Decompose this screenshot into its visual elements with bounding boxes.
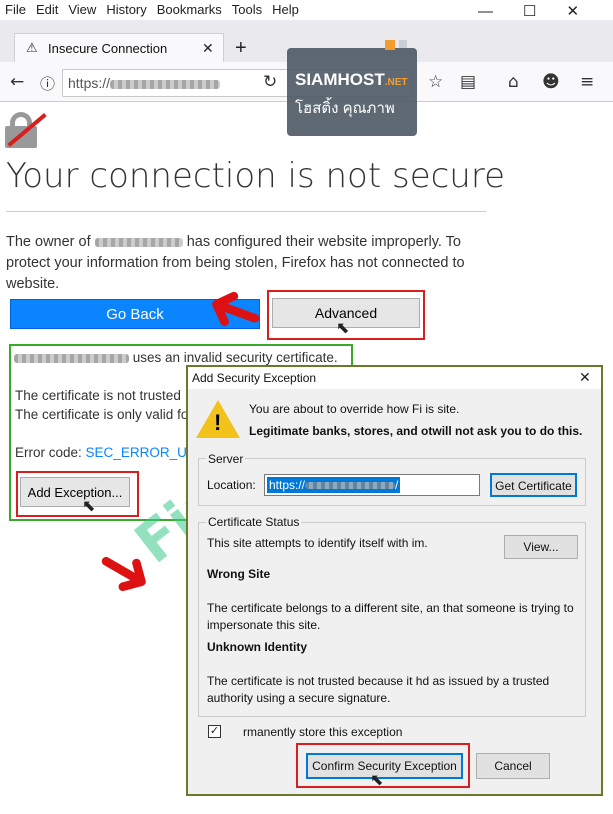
logo-square [385, 40, 395, 50]
menu-history[interactable]: History [101, 0, 151, 19]
logo-suffix: .NET [384, 77, 408, 88]
cursor-icon: ⬉ [370, 772, 384, 789]
broken-lock-icon [5, 112, 47, 148]
menu-bookmarks[interactable]: Bookmarks [152, 0, 227, 19]
only-valid-text: The certificate is only valid fo [15, 407, 189, 422]
page-title: Your connection is not secure [6, 156, 506, 196]
warning-exclamation: ! [214, 410, 222, 435]
divider [6, 211, 486, 212]
menu-help[interactable]: Help [267, 0, 304, 19]
owner-prefix: The owner of [6, 234, 91, 250]
star-icon[interactable]: ☆ [428, 72, 443, 92]
server-label: Server [206, 452, 246, 466]
window-controls: —☐✕ [478, 2, 609, 20]
reload-icon[interactable]: ↻ [263, 72, 277, 92]
unknown-identity-desc: The certificate is not trusted because i… [207, 674, 550, 705]
menu-view[interactable]: View [63, 0, 101, 19]
status-label: Certificate Status [206, 515, 302, 529]
new-tab-icon[interactable]: + [235, 37, 247, 60]
error-code-label: Error code: [15, 445, 82, 460]
add-exception-button[interactable]: Add Exception... [20, 477, 130, 507]
smiley-icon[interactable]: ☻ [542, 72, 560, 92]
dialog-title: Add Security Exception [192, 371, 317, 385]
view-button[interactable]: View... [504, 535, 578, 559]
invalid-cert-line: uses an invalid security certificate. [14, 350, 338, 365]
error-code-line: Error code: SEC_ERROR_UNK [15, 445, 206, 460]
reading-list-icon[interactable]: ▤ [460, 72, 476, 92]
maximize-icon[interactable]: ☐ [523, 3, 566, 20]
redacted-domain [14, 353, 129, 363]
legit-text: Legitimate banks, stores, and otwill not… [249, 424, 583, 438]
menu-edit[interactable]: Edit [31, 0, 63, 19]
siamhost-logo: SIAMHOST.NET โฮสติ้ง คุณภาพ [287, 40, 417, 136]
redacted-domain [94, 237, 183, 247]
info-icon[interactable]: ⓘ [40, 73, 55, 94]
logo-thai: โฮสติ้ง คุณภาพ [295, 100, 395, 117]
menu-tools[interactable]: Tools [227, 0, 267, 19]
location-input[interactable]: https:/// [264, 474, 480, 496]
location-label: Location: [207, 478, 256, 492]
unknown-identity-heading: Unknown Identity [207, 640, 307, 654]
cancel-button[interactable]: Cancel [476, 753, 550, 779]
location-value: https:// [269, 478, 306, 492]
logo-square [399, 40, 407, 48]
url-text: https:// [68, 75, 221, 91]
close-tab-icon[interactable]: ✕ [202, 40, 214, 57]
cursor-icon: ⬉ [336, 320, 350, 337]
override-text: You are about to override how Fi is site… [249, 402, 460, 416]
close-window-icon[interactable]: ✕ [566, 3, 609, 20]
permanent-store-checkbox[interactable]: ✓ [208, 725, 221, 738]
get-certificate-button[interactable]: Get Certificate [490, 473, 577, 497]
redacted-domain [110, 79, 221, 89]
hamburger-menu-icon[interactable]: ≡ [580, 72, 594, 92]
cursor-icon: ⬉ [82, 498, 96, 515]
permanent-store-label: rmanently store this exception [243, 725, 403, 739]
tab-title: Insecure Connection [48, 41, 168, 56]
logo-brand: SIAMHOST [295, 70, 385, 89]
wrong-site-heading: Wrong Site [207, 567, 271, 581]
menu-file[interactable]: File [0, 0, 31, 19]
wrong-site-desc: The certificate belongs to a different s… [207, 601, 574, 632]
warning-icon: ⚠ [26, 40, 38, 55]
identify-text: This site attempts to identify itself wi… [207, 536, 428, 550]
dialog-close-icon[interactable]: ✕ [579, 369, 591, 386]
url-prefix: https:// [68, 75, 111, 91]
redacted-domain [305, 482, 396, 490]
not-trusted-text: The certificate is not trusted [15, 388, 181, 403]
back-icon[interactable]: ← [10, 72, 24, 92]
confirm-security-exception-button[interactable]: Confirm Security Exception [306, 753, 463, 779]
location-selection: https:/// [267, 477, 401, 493]
home-icon[interactable]: ⌂ [508, 72, 519, 92]
minimize-icon[interactable]: — [478, 3, 523, 20]
